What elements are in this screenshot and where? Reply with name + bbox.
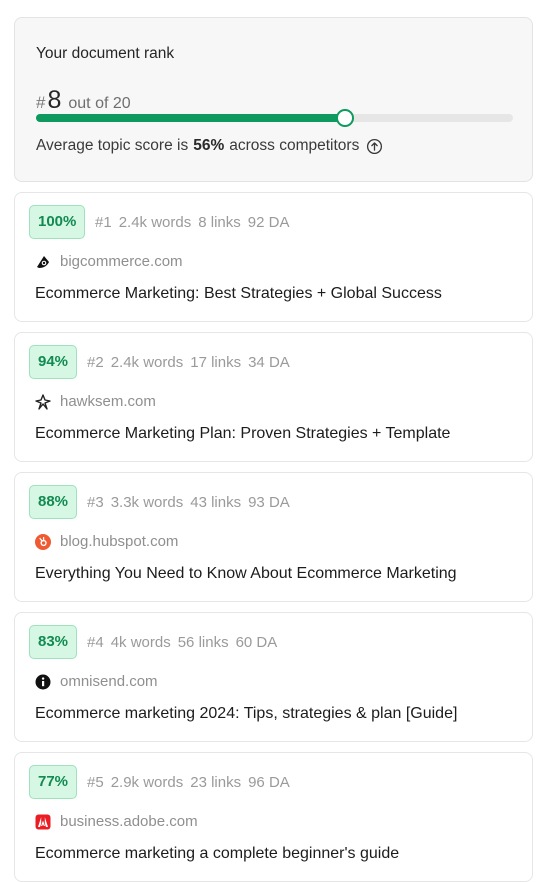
avg-prefix: Average topic score is (36, 137, 189, 154)
score-badge: 88% (29, 485, 78, 519)
meta-rank: #4 (87, 634, 104, 651)
domain-text: business.adobe.com (60, 813, 198, 830)
rank-number: 8 (47, 86, 62, 114)
competitor-domain: blog.hubspot.com (35, 533, 178, 550)
competitor-meta: #1 2.4k words 8 links 92 DA (95, 214, 296, 231)
bigcommerce-icon (35, 254, 51, 270)
domain-text: bigcommerce.com (60, 253, 183, 270)
meta-words: 2.4k words (110, 354, 184, 371)
meta-rank: #5 (87, 774, 104, 791)
meta-words: 4k words (110, 634, 171, 651)
meta-links: 8 links (198, 214, 241, 231)
competitor-meta: #4 4k words 56 links 60 DA (87, 634, 284, 651)
competitor-title-link[interactable]: Ecommerce marketing a complete beginner'… (35, 845, 399, 863)
rank-progress-fill (36, 114, 352, 122)
domain-text: omnisend.com (60, 673, 158, 690)
domain-text: blog.hubspot.com (60, 533, 179, 550)
document-rank-card: Your document rank # 8 out of 20 Average… (14, 17, 533, 182)
rank-out-of: out of 20 (68, 95, 131, 112)
competitor-title-link[interactable]: Ecommerce marketing 2024: Tips, strategi… (35, 705, 457, 723)
competitor-title-link[interactable]: Ecommerce Marketing Plan: Proven Strateg… (35, 425, 450, 443)
meta-rank: #2 (87, 354, 104, 371)
rank-hash: # (36, 93, 46, 112)
meta-links: 56 links (177, 634, 229, 651)
meta-words: 3.3k words (110, 494, 184, 511)
competitor-card[interactable]: 83% #4 4k words 56 links 60 DA omnisend.com Ec… (14, 612, 533, 742)
meta-da: 34 DA (248, 354, 290, 371)
score-badge: 100% (29, 205, 86, 239)
hubspot-icon (35, 533, 51, 550)
rank-position: # 8 out of 20 (36, 86, 131, 115)
meta-da: 92 DA (247, 214, 290, 231)
meta-da: 60 DA (235, 634, 278, 651)
rank-progress-knob (336, 109, 355, 127)
meta-rank: #1 (95, 214, 112, 231)
competitor-domain: business.adobe.com (35, 813, 198, 830)
hawksem-icon (35, 393, 51, 410)
competitor-domain: bigcommerce.com (35, 253, 183, 270)
competitor-domain: omnisend.com (35, 673, 158, 690)
average-topic-score: Average topic score is 56% across compet… (36, 137, 383, 155)
competitor-meta: #5 2.9k words 23 links 96 DA (87, 774, 297, 791)
domain-text: hawksem.com (60, 393, 156, 410)
meta-links: 43 links (190, 494, 242, 511)
rank-progress-track (36, 109, 513, 127)
competitor-card[interactable]: 100% #1 2.4k words 8 links 92 DA bigcommerce.… (14, 192, 533, 322)
meta-links: 23 links (190, 774, 242, 791)
competitor-meta: #3 3.3k words 43 links 93 DA (87, 494, 297, 511)
competitor-card[interactable]: 77% #5 2.9k words 23 links 96 DA business.ado… (14, 752, 533, 882)
meta-links: 17 links (190, 354, 242, 371)
score-badge: 94% (29, 345, 78, 379)
meta-rank: #3 (87, 494, 104, 511)
meta-words: 2.4k words (118, 214, 192, 231)
competitor-domain: hawksem.com (35, 393, 156, 410)
arrow-up-circle-icon[interactable] (366, 138, 383, 155)
competitor-title-link[interactable]: Ecommerce Marketing: Best Strategies + G… (35, 285, 442, 303)
score-badge: 77% (29, 765, 78, 799)
adobe-icon (35, 814, 51, 830)
score-badge: 83% (29, 625, 78, 659)
competitor-card[interactable]: 88% #3 3.3k words 43 links 93 DA blog.hubspot… (14, 472, 533, 602)
competitor-title-link[interactable]: Everything You Need to Know About Ecomme… (35, 565, 457, 583)
omnisend-icon (35, 674, 51, 690)
rank-title: Your document rank (36, 45, 175, 62)
avg-value: 56% (193, 137, 225, 154)
avg-suffix: across competitors (229, 137, 360, 154)
meta-da: 93 DA (248, 494, 290, 511)
meta-words: 2.9k words (110, 774, 184, 791)
competitor-meta: #2 2.4k words 17 links 34 DA (87, 354, 297, 371)
meta-da: 96 DA (248, 774, 290, 791)
competitor-card[interactable]: 94% #2 2.4k words 17 links 34 DA hawksem.com E… (14, 332, 533, 462)
